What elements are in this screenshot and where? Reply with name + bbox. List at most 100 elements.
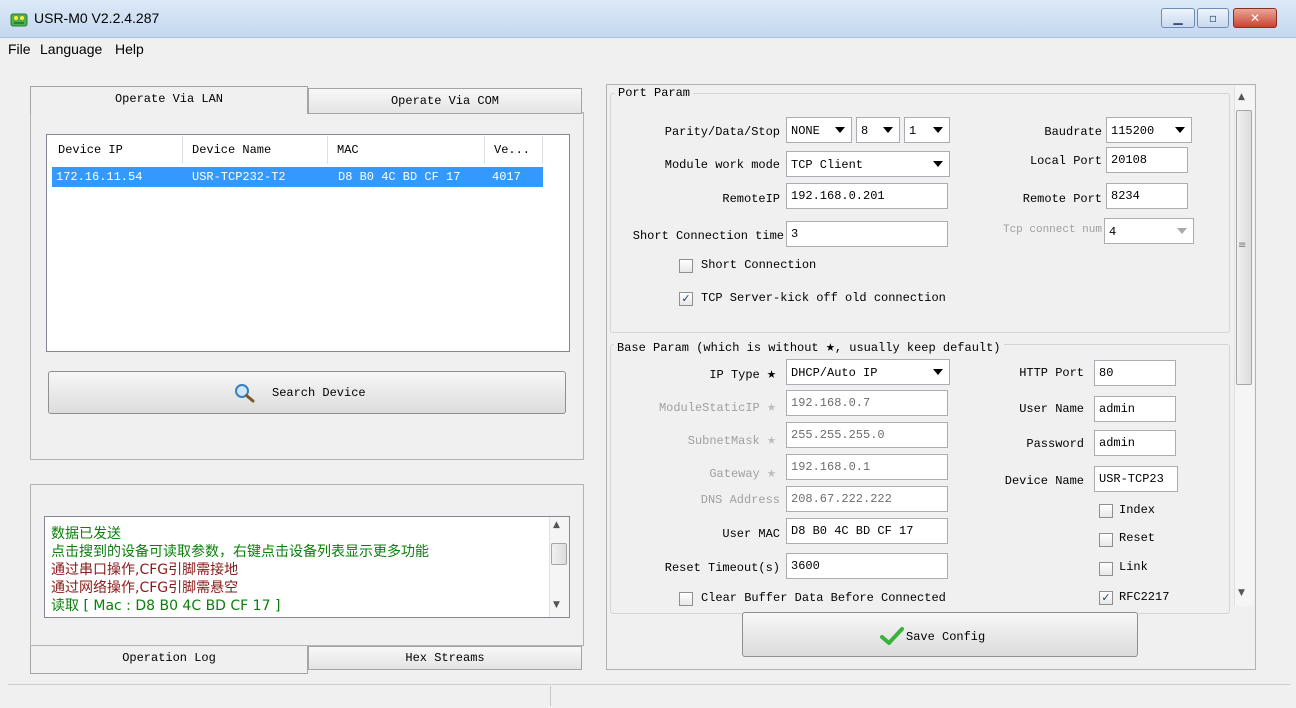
short-connection-checkbox[interactable] — [679, 259, 693, 273]
reset-timeout-input[interactable] — [786, 553, 948, 579]
menu-help[interactable]: Help — [115, 41, 144, 57]
scroll-down-icon[interactable]: ▼ — [1238, 588, 1245, 598]
operation-log[interactable]: 数据已发送 点击搜到的设备可读取参数，右键点击设备列表显示更多功能 通过串口操作… — [44, 516, 570, 618]
user-name-label: User Name — [1019, 402, 1084, 416]
app-icon — [10, 10, 28, 28]
remote-ip-label: RemoteIP — [722, 192, 780, 206]
baudrate-select[interactable]: 115200 — [1106, 117, 1192, 143]
star-icon: ★ — [766, 432, 776, 449]
close-button[interactable]: ✕ — [1233, 8, 1277, 28]
kick-off-label: TCP Server-kick off old connection — [701, 291, 946, 305]
column-divider — [327, 136, 328, 164]
remote-port-label: Remote Port — [1022, 192, 1102, 206]
baudrate-label: Baudrate — [1044, 125, 1102, 139]
user-name-input[interactable] — [1094, 396, 1176, 422]
menu-file[interactable]: File — [8, 41, 31, 57]
local-port-input[interactable] — [1106, 147, 1188, 173]
short-time-input[interactable] — [786, 221, 948, 247]
short-time-label: Short Connection time — [632, 229, 784, 243]
log-line: 通过网络操作,CFG引脚需悬空 — [51, 580, 239, 596]
search-icon — [234, 383, 256, 403]
scroll-up-icon[interactable]: ▲ — [1238, 92, 1245, 102]
scroll-down-icon[interactable]: ▼ — [553, 600, 560, 610]
row-version: 4017 — [492, 170, 521, 184]
star-icon: ★ — [766, 366, 776, 383]
minimize-button[interactable]: ▁ — [1161, 8, 1195, 28]
col-device-ip[interactable]: Device IP — [58, 143, 123, 157]
column-divider — [484, 136, 485, 164]
tcp-num-select[interactable]: 4 — [1104, 218, 1194, 244]
rfc2217-checkbox[interactable]: ✓ — [1099, 591, 1113, 605]
remote-port-input[interactable] — [1106, 183, 1188, 209]
local-port-label: Local Port — [1029, 154, 1102, 168]
row-mac: D8 B0 4C BD CF 17 — [338, 170, 461, 184]
menu-language[interactable]: Language — [40, 41, 102, 57]
tab-operation-log[interactable]: Operation Log — [30, 646, 308, 674]
index-label: Index — [1119, 503, 1156, 517]
reset-timeout-label: Reset Timeout(s) — [664, 561, 780, 575]
menu-bar — [0, 38, 1296, 62]
parity-label: Parity/Data/Stop — [664, 125, 780, 139]
work-mode-select[interactable]: TCP Client — [786, 151, 950, 177]
static-ip-input[interactable] — [786, 390, 948, 416]
user-mac-label: User MAC — [722, 527, 780, 541]
tab-operate-via-com[interactable]: Operate Via COM — [308, 88, 582, 114]
tab-hex-streams[interactable]: Hex Streams — [308, 646, 582, 670]
link-checkbox[interactable] — [1099, 562, 1113, 576]
row-ip: 172.16.11.54 — [56, 170, 143, 184]
log-line: 读取 [ Mac : D8 B0 4C BD CF 17 ] — [51, 598, 281, 614]
star-icon: ★ — [766, 465, 776, 482]
log-line: 通过串口操作,CFG引脚需接地 — [51, 562, 239, 578]
password-label: Password — [1026, 437, 1084, 451]
data-bits-select[interactable]: 8 — [856, 117, 900, 143]
device-name-input[interactable] — [1094, 466, 1178, 492]
stop-bits-select[interactable]: 1 — [904, 117, 950, 143]
ip-type-select[interactable]: DHCP/Auto IP — [786, 359, 950, 385]
scroll-up-icon[interactable]: ▲ — [553, 520, 560, 530]
status-bar — [8, 684, 1290, 708]
dns-input[interactable] — [786, 486, 948, 512]
index-checkbox[interactable] — [1099, 504, 1113, 518]
col-device-name[interactable]: Device Name — [192, 143, 271, 157]
dns-label: DNS Address — [700, 493, 780, 507]
search-device-label: Search Device — [272, 386, 366, 400]
http-port-input[interactable] — [1094, 360, 1176, 386]
save-config-label: Save Config — [906, 630, 986, 644]
rfc2217-label: RFC2217 — [1119, 590, 1170, 604]
star-icon: ★ — [825, 339, 835, 356]
reset-label: Reset — [1119, 531, 1156, 545]
col-version[interactable]: Ve... — [494, 143, 530, 157]
static-ip-label: ModuleStaticIP ★ — [658, 399, 776, 416]
clear-buffer-label: Clear Buffer Data Before Connected — [701, 591, 946, 605]
checkmark-icon — [880, 626, 904, 646]
password-input[interactable] — [1094, 430, 1176, 456]
col-mac[interactable]: MAC — [337, 143, 359, 157]
device-name-label: Device Name — [1004, 474, 1084, 488]
subnet-input[interactable] — [786, 422, 948, 448]
short-connection-label: Short Connection — [701, 258, 817, 272]
parity-select[interactable]: NONE — [786, 117, 852, 143]
row-name: USR-TCP232-T2 — [192, 170, 286, 184]
clear-buffer-checkbox[interactable] — [679, 592, 693, 606]
column-divider — [182, 136, 183, 164]
tcp-num-label: Tcp connect num — [1002, 224, 1102, 236]
tab-operate-via-lan[interactable]: Operate Via LAN — [30, 86, 308, 114]
reset-checkbox[interactable] — [1099, 533, 1113, 547]
kick-off-checkbox[interactable]: ✓ — [679, 292, 693, 306]
base-param-title: Base Param (which is without ★, usually … — [614, 337, 1004, 356]
remote-ip-input[interactable] — [786, 183, 948, 209]
link-label: Link — [1119, 560, 1148, 574]
user-mac-input[interactable] — [786, 518, 948, 544]
log-line: 数据已发送 — [51, 526, 121, 542]
grip-icon: ≡ — [1238, 240, 1247, 251]
work-mode-label: Module work mode — [664, 158, 780, 172]
port-param-title: Port Param — [615, 86, 694, 100]
window-title: USR-M0 V2.2.4.287 — [34, 10, 160, 26]
gateway-input[interactable] — [786, 454, 948, 480]
log-scroll-thumb[interactable] — [551, 543, 567, 565]
title-bar — [0, 0, 1296, 38]
status-divider — [550, 686, 551, 706]
maximize-button[interactable]: ▫ — [1197, 8, 1229, 28]
star-icon: ★ — [766, 399, 776, 416]
column-divider — [542, 136, 543, 164]
